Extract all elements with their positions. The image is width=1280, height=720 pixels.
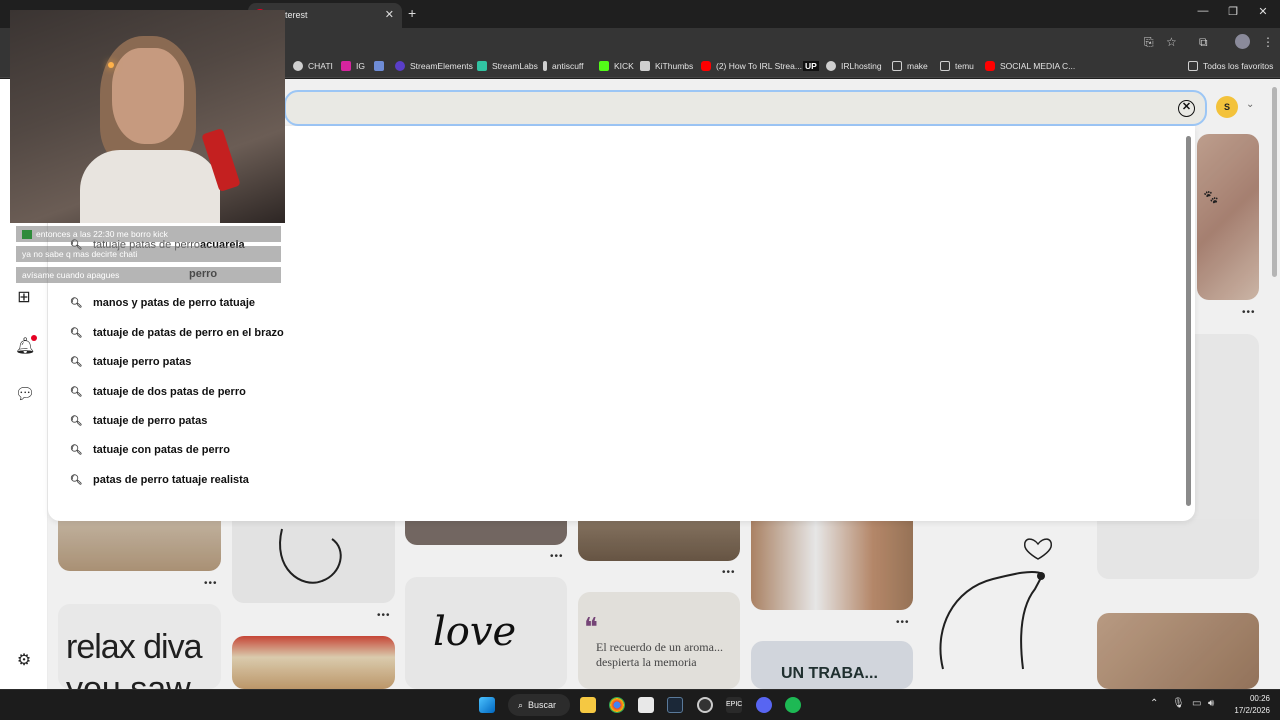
streamlabs-icon [477,61,487,71]
antiscuff-icon [543,61,547,71]
clear-search-icon[interactable]: ✕ [1178,100,1195,117]
instagram-icon [341,61,351,71]
suggestion-item[interactable]: 🔍︎ tatuaje con patas de perro [70,439,230,461]
chat-badge-icon [22,229,32,239]
bookmark-chati[interactable]: CHATI [293,61,333,71]
bookmark-social-media[interactable]: SOCIAL MEDIA C... [985,61,1075,71]
steam-icon[interactable] [667,697,683,713]
search-bar[interactable]: ✕ [284,90,1207,126]
discord-icon[interactable] [756,697,772,713]
search-icon: ⌕ [518,699,524,710]
notification-dot [31,335,37,341]
chat-message: avísame cuando apagues [16,267,281,283]
tab-close-icon[interactable]: ✕ [385,8,394,21]
bookmark-folder-temu[interactable]: temu [940,61,974,71]
webcam-person-shirt [80,150,220,223]
new-tab-button[interactable]: + [408,5,416,21]
dropdown-scrollbar[interactable] [1186,136,1191,506]
bookmark-ig[interactable]: IG [341,61,365,71]
bookmark-analytics[interactable] [374,61,389,71]
search-icon: 🔍︎ [70,356,83,368]
folder-icon [1188,61,1198,71]
chat-message: entonces a las 22:30 me borro kick [16,226,281,242]
obs-icon[interactable] [697,697,713,713]
bookmark-streamelements[interactable]: StreamElements [395,61,473,71]
bookmark-up[interactable]: UP [803,61,819,71]
chevron-up-icon[interactable]: ⌃ [1150,698,1158,709]
search-icon: 🔍︎ [70,444,83,456]
webcam-overlay [10,10,285,223]
streamelements-icon [395,61,405,71]
folder-icon [940,61,950,71]
search-input[interactable] [296,98,1156,120]
windows-start-icon[interactable] [479,697,495,713]
close-window-button[interactable]: ✕ [1248,5,1278,18]
bookmark-kick[interactable]: KICK [599,61,634,71]
browser-menu-icon[interactable]: ⋮ [1262,35,1274,49]
bookmark-antiscuff[interactable]: antiscuff [543,61,584,71]
suggestion-item[interactable]: 🔍︎ tatuaje perro patas [70,351,191,373]
bookmark-kithumbs[interactable]: KiThumbs [640,61,693,71]
microphone-icon[interactable]: 🎙︎ [1172,698,1185,709]
chat-message: ya no sabe q mas decirte chati [16,246,281,262]
folder-icon [892,61,902,71]
bookmark-streamlabs[interactable]: StreamLabs [477,61,538,71]
kithumbs-icon [640,61,650,71]
taskbar-search[interactable]: ⌕ Buscar [508,694,570,716]
install-app-icon[interactable]: ⎘ [1144,35,1154,50]
chati-icon [293,61,303,71]
lamp-light [108,62,114,68]
network-icon[interactable]: ▭ [1192,698,1201,709]
create-icon[interactable]: ⊞ [15,289,33,307]
windows-taskbar: ⌕ Buscar EPIC ⌃ 🎙︎ ▭ 🔊︎ 00:26 17/2/2026 [0,689,1280,720]
bookmark-how-to-irl[interactable]: (2) How To IRL Strea... [701,61,802,71]
search-icon: 🔍︎ [70,474,83,486]
all-bookmarks-folder[interactable]: Todos los favoritos [1188,61,1273,71]
spotify-icon[interactable] [785,697,801,713]
maximize-button[interactable]: ❐ [1218,5,1248,18]
suggestion-item[interactable]: 🔍︎ tatuaje de perro patas [70,410,207,432]
bookmark-irlhosting[interactable]: IRLhosting [826,61,882,71]
chevron-down-icon[interactable]: ⌄ [1246,99,1254,110]
notifications-bell-icon[interactable]: 🔔︎ [15,338,35,356]
chart-icon [374,61,384,71]
file-explorer-icon[interactable] [580,697,596,713]
extensions-icon[interactable]: ⧉ [1199,35,1208,50]
search-icon: 🔍︎ [70,415,83,427]
user-avatar[interactable]: S [1216,96,1238,118]
chrome-icon[interactable] [609,697,625,713]
taskbar-clock[interactable]: 00:26 17/2/2026 [1234,693,1270,717]
bookmark-folder-make[interactable]: make [892,61,928,71]
search-icon: 🔍︎ [70,386,83,398]
suggestion-item[interactable]: 🔍︎ tatuaje de dos patas de perro [70,381,246,403]
youtube-icon [701,61,711,71]
bookmark-star-icon[interactable]: ☆ [1166,35,1177,49]
search-icon: 🔍︎ [70,297,83,309]
youtube-icon [985,61,995,71]
suggestion-item[interactable]: 🔍︎ manos y patas de perro tatuaje [70,292,255,314]
epic-games-icon[interactable]: EPIC [726,697,742,713]
search-icon: 🔍︎ [70,327,83,339]
messages-icon[interactable]: 💬︎ [15,386,35,404]
webcam-person-face [112,48,184,144]
suggestion-item[interactable]: 🔍︎ patas de perro tatuaje realista [70,469,249,491]
kick-icon [599,61,609,71]
page-scrollbar[interactable] [1272,87,1277,277]
minimize-button[interactable]: — [1188,5,1218,17]
globe-icon [826,61,836,71]
settings-gear-icon[interactable]: ⚙ [15,652,33,670]
volume-icon[interactable]: 🔊︎ [1208,698,1214,709]
browser-profile-avatar[interactable] [1235,34,1250,49]
capcut-icon[interactable] [638,697,654,713]
suggestion-item[interactable]: 🔍︎ tatuaje de patas de perro en el brazo [70,322,284,344]
